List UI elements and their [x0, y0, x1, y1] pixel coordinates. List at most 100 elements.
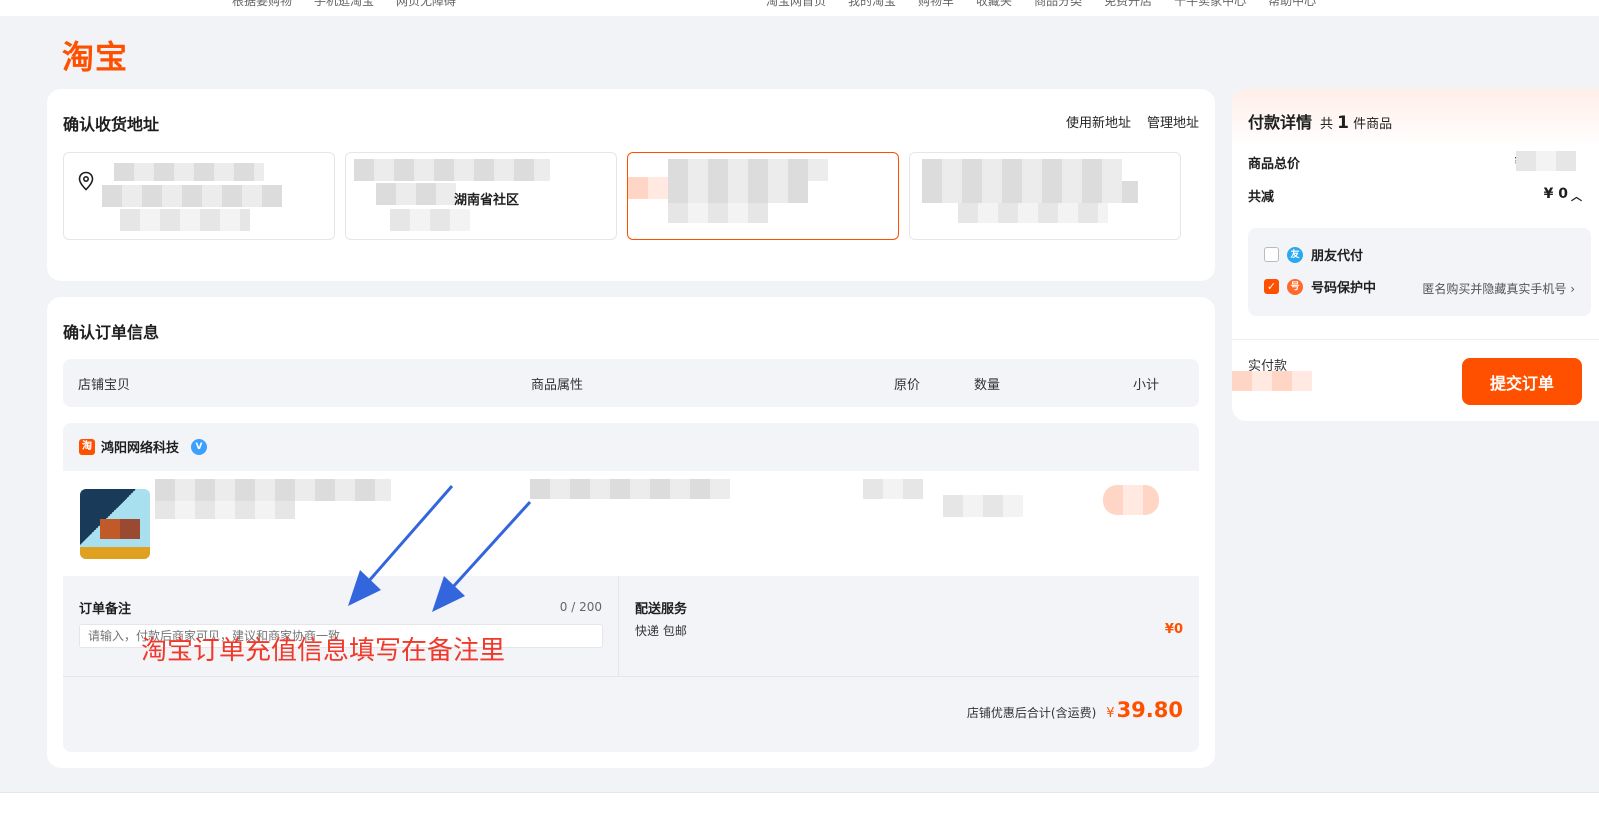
- redacted-text: [628, 177, 668, 199]
- redacted-text: [376, 183, 456, 205]
- friend-pay-option[interactable]: 友 朋友代付: [1264, 245, 1363, 264]
- quantity-stepper[interactable]: [943, 495, 1023, 517]
- address-option-2[interactable]: 湖南省社区: [345, 152, 617, 240]
- phone-shield-icon: 号: [1287, 278, 1303, 295]
- address-links: 使用新地址 管理地址: [1066, 112, 1199, 131]
- redacted-attributes: [530, 479, 730, 499]
- nav-link-my-taobao[interactable]: 我的淘宝: [848, 0, 896, 9]
- nav-link-favorites[interactable]: 收藏夹: [976, 0, 1012, 9]
- address-fragment: 湖南省社区: [454, 193, 520, 208]
- number-protect-option[interactable]: ✓ 号 号码保护中: [1264, 277, 1376, 296]
- shop-header[interactable]: 淘 鸿阳网络科技 V: [79, 437, 208, 456]
- item-count: 共 1 件商品: [1320, 113, 1393, 133]
- taobao-shop-icon: 淘: [79, 438, 95, 455]
- shop-total-label: 店铺优惠后合计(含运费): [966, 706, 1097, 720]
- redacted-text: [120, 209, 250, 231]
- address-title: 确认收货地址: [63, 115, 160, 134]
- table-header: 店铺宝贝 商品属性 原价 数量 小计: [63, 359, 1199, 407]
- redacted-goods-total: [1516, 151, 1576, 171]
- goods-total-label: 商品总价: [1248, 157, 1301, 172]
- friend-pay-label: 朋友代付: [1311, 249, 1364, 264]
- top-nav: 根据要购物 手机逛淘宝 网页无障碍 淘宝网首页 我的淘宝 购物车 收藏夹 商品分…: [0, 0, 1599, 16]
- payment-panel: 付款详情 共 1 件商品 商品总价 ¥ 共减 ¥ 0 ︿ 友 朋友代付 ✓ 号 …: [1232, 89, 1599, 421]
- nav-link-categories[interactable]: 商品分类: [1034, 0, 1082, 9]
- total-value: 39.80: [1116, 698, 1183, 722]
- col-attributes: 商品属性: [531, 378, 584, 393]
- location-pin-icon: [78, 171, 94, 191]
- goods-total-row: 商品总价 ¥: [1248, 151, 1582, 172]
- redacted-subtotal: [1103, 485, 1159, 515]
- redacted-text: [922, 159, 1122, 181]
- nav-link-help[interactable]: 帮助中心: [1268, 0, 1316, 9]
- shop-total: 店铺优惠后合计(含运费) ¥39.80: [967, 698, 1183, 722]
- order-title: 确认订单信息: [63, 323, 160, 342]
- nav-link-seller-center[interactable]: 千牛卖家中心: [1174, 0, 1246, 9]
- discount-value: ¥ 0: [1543, 186, 1568, 202]
- redacted-price: [863, 479, 923, 499]
- number-protect-label: 号码保护中: [1311, 281, 1377, 296]
- nav-link[interactable]: 根据要购物: [232, 0, 292, 9]
- use-new-address-link[interactable]: 使用新地址: [1066, 112, 1131, 131]
- order-remark: 订单备注 0 / 200 淘宝订单充值信息填写在备注里: [63, 576, 619, 676]
- remark-label: 订单备注: [79, 602, 132, 617]
- chevron-right-icon: ›: [1570, 282, 1575, 296]
- number-protect-checkbox[interactable]: ✓: [1264, 279, 1279, 294]
- divider: [1232, 339, 1599, 340]
- redacted-item-title: [155, 501, 295, 519]
- divider: [63, 676, 1199, 677]
- col-shop-item: 店铺宝贝: [78, 378, 131, 393]
- redacted-text: [354, 159, 550, 181]
- currency-symbol: ¥: [1106, 706, 1115, 721]
- redacted-text: [102, 185, 282, 207]
- payment-title-text: 付款详情: [1248, 113, 1313, 132]
- nav-link[interactable]: 网页无障碍: [396, 0, 456, 9]
- shop-block: 淘 鸿阳网络科技 V 订单备注 0 / 200 淘宝订单充值信息填写在备注里 配…: [63, 423, 1199, 752]
- redacted-text: [958, 203, 1108, 223]
- col-subtotal: 小计: [1133, 378, 1160, 393]
- payment-options: 友 朋友代付 ✓ 号 号码保护中 匿名购买并隐藏真实手机号 ›: [1248, 228, 1591, 316]
- redacted-paid-amount: [1232, 371, 1312, 391]
- number-protect-desc[interactable]: 匿名购买并隐藏真实手机号 ›: [1422, 280, 1575, 297]
- friend-pay-icon: 友: [1287, 246, 1303, 263]
- redacted-text: [668, 203, 768, 223]
- submit-order-button[interactable]: 提交订单: [1462, 358, 1582, 405]
- discount-label: 共减: [1248, 190, 1275, 205]
- delivery-service: 配送服务 快递 包邮 ¥0: [619, 576, 1199, 676]
- redacted-text: [390, 209, 470, 231]
- discount-row[interactable]: 共减 ¥ 0 ︿: [1248, 186, 1582, 205]
- address-option-3-selected[interactable]: [627, 152, 899, 240]
- item-row: [63, 471, 1199, 576]
- delivery-label: 配送服务: [635, 602, 688, 617]
- order-card: 确认订单信息 店铺宝贝 商品属性 原价 数量 小计 淘 鸿阳网络科技 V 订单备…: [47, 297, 1215, 768]
- nav-link-cart[interactable]: 购物车: [918, 0, 954, 9]
- nav-link[interactable]: 手机逛淘宝: [314, 0, 374, 9]
- nav-link-open-shop[interactable]: 免费开店: [1104, 0, 1152, 9]
- shop-name[interactable]: 鸿阳网络科技: [101, 437, 179, 456]
- redacted-text: [114, 163, 264, 181]
- payment-title: 付款详情 共 1 件商品: [1248, 109, 1392, 133]
- shop-total-amount: ¥39.80: [1106, 698, 1183, 722]
- col-quantity: 数量: [974, 378, 1001, 393]
- item-thumbnail[interactable]: [80, 489, 150, 559]
- address-option-1[interactable]: [63, 152, 335, 240]
- address-card: 确认收货地址 使用新地址 管理地址 湖南省社区: [47, 89, 1215, 281]
- shop-level-icon: V: [191, 438, 208, 455]
- remark-char-count: 0 / 200: [559, 600, 602, 614]
- col-original-price: 原价: [894, 378, 921, 393]
- redacted-text: [922, 181, 1138, 203]
- redacted-text: [668, 159, 828, 181]
- top-nav-right: 淘宝网首页 我的淘宝 购物车 收藏夹 商品分类 免费开店 千牛卖家中心 帮助中心: [766, 0, 1316, 9]
- delivery-method: 快递 包邮: [635, 624, 687, 638]
- manage-address-link[interactable]: 管理地址: [1147, 112, 1199, 131]
- friend-pay-checkbox[interactable]: [1264, 247, 1279, 262]
- page-footer: [0, 792, 1599, 814]
- annotation-text: 淘宝订单充值信息填写在备注里: [141, 636, 506, 666]
- address-option-4[interactable]: [909, 152, 1181, 240]
- redacted-item-title: [155, 479, 391, 501]
- top-nav-left: 根据要购物 手机逛淘宝 网页无障碍: [232, 0, 456, 9]
- chevron-up-icon[interactable]: ︿: [1571, 188, 1582, 204]
- redacted-text: [668, 181, 808, 203]
- taobao-logo[interactable]: 淘宝: [62, 32, 128, 78]
- nav-link-home[interactable]: 淘宝网首页: [766, 0, 826, 9]
- delivery-price: ¥0: [1164, 622, 1183, 637]
